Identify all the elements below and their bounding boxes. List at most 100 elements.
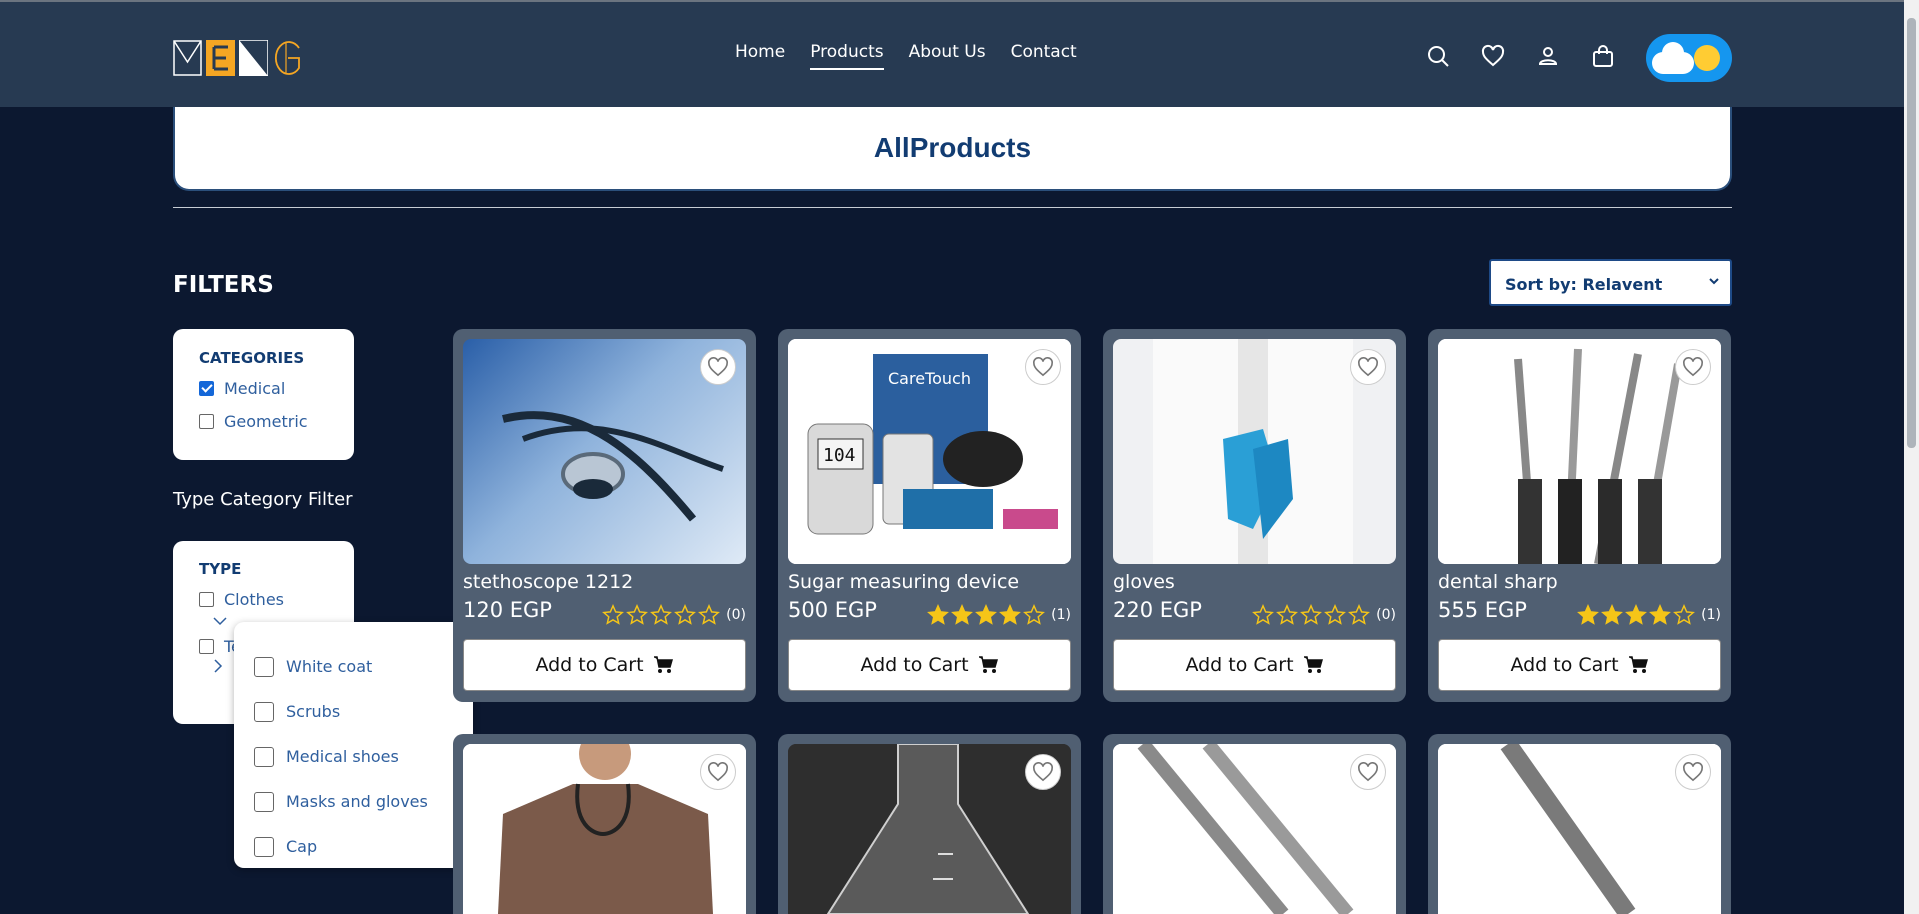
category-option-geometric[interactable]: Geometric [199,412,354,431]
product-card[interactable] [453,734,756,914]
checkbox[interactable] [199,381,214,396]
star-icon [1023,604,1046,625]
product-price: 120 EGP [463,598,552,622]
cart-icon [1303,656,1323,673]
star-icon [1324,604,1347,625]
add-to-cart-label: Add to Cart [535,654,644,676]
product-rating: (0) [602,604,746,626]
product-card[interactable] [1428,734,1731,914]
type-dropdown: White coat Scrubs Medical shoes Masks an… [234,622,473,868]
categories-heading: CATEGORIES [199,349,305,367]
logo[interactable] [173,40,301,76]
add-to-cart-button[interactable]: Add to Cart [788,639,1071,691]
page-title: AllProducts [873,132,1032,163]
option-label: Scrubs [286,702,341,721]
product-name[interactable]: stethoscope 1212 [463,571,633,593]
add-to-cart-button[interactable]: Add to Cart [1113,639,1396,691]
heart-icon[interactable] [700,754,736,790]
star-icon [1601,604,1624,625]
heart-icon[interactable] [1025,754,1061,790]
add-to-cart-button[interactable]: Add to Cart [463,639,746,691]
category-option-medical[interactable]: Medical [199,379,354,398]
star-icon [1673,604,1696,625]
product-name[interactable]: Sugar measuring device [788,571,1019,593]
product-card[interactable]: stethoscope 1212 120 EGP (0) Add to Cart [453,329,756,702]
bag-icon[interactable] [1591,44,1615,68]
cart-icon [653,656,673,673]
filters-heading: FILTERS [173,272,274,298]
user-icon[interactable] [1536,44,1560,68]
product-card[interactable]: CareTouch 104 Sugar measuring device 500… [778,329,1081,702]
checkbox[interactable] [199,592,214,607]
svg-text:CareTouch: CareTouch [888,369,971,388]
logo-letter-e [206,40,235,76]
heart-icon[interactable] [1675,349,1711,385]
checkbox[interactable] [254,701,274,722]
checkbox[interactable] [254,746,274,767]
divider [173,207,1732,208]
dropdown-option-white-coat[interactable]: White coat [254,644,473,689]
type-option-clothes[interactable]: Clothes [199,590,354,609]
product-card[interactable] [1103,734,1406,914]
heart-icon[interactable] [1481,44,1505,68]
product-name[interactable]: gloves [1113,571,1175,593]
star-icon [1276,604,1299,625]
add-to-cart-button[interactable]: Add to Cart [1438,639,1721,691]
checkbox[interactable] [254,656,274,677]
nav-home[interactable]: Home [735,42,785,70]
heart-icon[interactable] [1350,754,1386,790]
option-label: White coat [286,657,373,676]
cart-icon [978,656,998,673]
dropdown-option-scrubs[interactable]: Scrubs [254,689,473,734]
main-nav: Home Products About Us Contact [735,42,1077,70]
star-rating-icons [1252,604,1371,626]
dropdown-option-cap[interactable]: Cap [254,824,473,869]
categories-filter: CATEGORIES Medical Geometric [173,329,354,460]
search-icon[interactable] [1426,44,1450,68]
product-price: 555 EGP [1438,598,1527,622]
product-rating: (1) [1577,604,1721,626]
product-card[interactable]: gloves 220 EGP (0) Add to Cart [1103,329,1406,702]
cloud-icon [1652,42,1694,74]
product-card[interactable] [778,734,1081,914]
heart-icon[interactable] [700,349,736,385]
star-rating-icons [927,604,1046,626]
dropdown-option-masks-and-gloves[interactable]: Masks and gloves [254,779,473,824]
theme-toggle[interactable] [1646,34,1732,82]
checkbox[interactable] [199,639,214,654]
option-label: Medical shoes [286,747,399,766]
add-to-cart-label: Add to Cart [1510,654,1619,676]
nav-products[interactable]: Products [810,42,884,70]
product-price: 220 EGP [1113,598,1202,622]
scrollbar[interactable] [1904,0,1919,914]
star-icon [674,604,697,625]
star-icon [951,604,974,625]
option-label: Cap [286,837,318,856]
scrollbar-thumb[interactable] [1907,18,1916,448]
star-icon [602,604,625,625]
type-category-filter-label: Type Category Filter [173,489,353,510]
category-label: Medical [224,379,286,398]
product-price: 500 EGP [788,598,877,622]
checkbox[interactable] [254,836,274,857]
add-to-cart-label: Add to Cart [860,654,969,676]
sort-label: Sort by: Relavent [1505,275,1663,294]
checkbox[interactable] [254,791,274,812]
heart-icon[interactable] [1675,754,1711,790]
sort-select[interactable]: Sort by: Relavent [1489,259,1732,306]
product-name[interactable]: dental sharp [1438,571,1558,593]
star-icon [1252,604,1275,625]
nav-contact[interactable]: Contact [1011,42,1077,70]
product-card[interactable]: dental sharp 555 EGP (1) Add to Cart [1428,329,1731,702]
star-icon [975,604,998,625]
checkbox[interactable] [199,414,214,429]
heart-icon[interactable] [1025,349,1061,385]
star-icon [999,604,1022,625]
add-to-cart-label: Add to Cart [1185,654,1294,676]
svg-text:104: 104 [823,445,856,466]
star-icon [626,604,649,625]
option-label: Masks and gloves [286,792,428,811]
dropdown-option-medical-shoes[interactable]: Medical shoes [254,734,473,779]
heart-icon[interactable] [1350,349,1386,385]
nav-about-us[interactable]: About Us [909,42,986,70]
